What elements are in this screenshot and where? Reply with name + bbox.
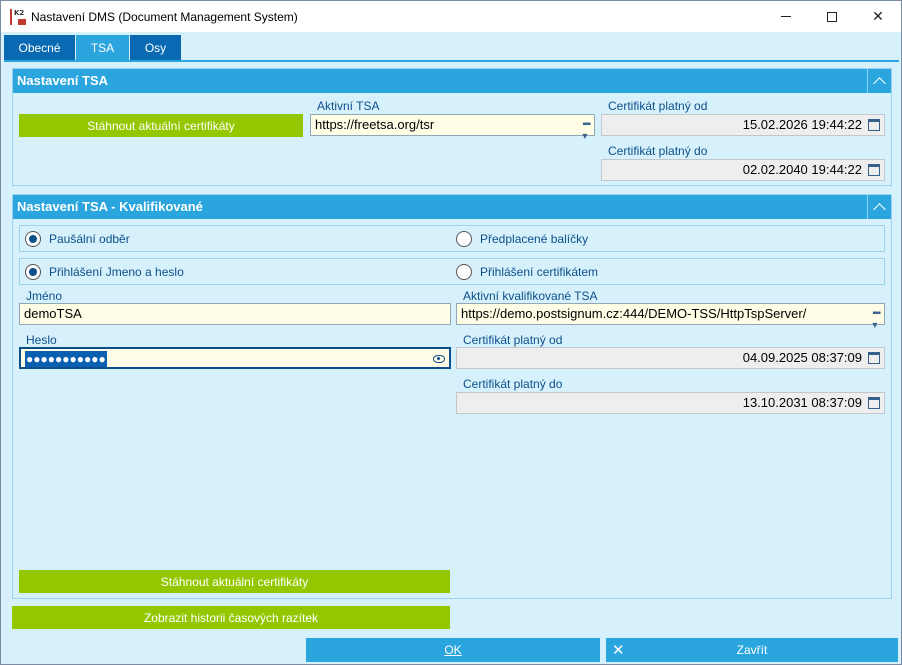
active-tsa-value: https://freetsa.org/tsr <box>315 117 435 132</box>
close-button-label: Zavřít <box>736 643 768 657</box>
radio-prepaid-packages[interactable] <box>456 231 472 247</box>
tsa-cert-from-value: 15.02.2026 19:44:22 <box>742 117 862 132</box>
calendar-icon[interactable] <box>868 119 880 131</box>
qualified-cert-from-field: 04.09.2025 08:37:09 <box>456 347 885 369</box>
password-label: Heslo <box>26 333 57 347</box>
minimize-button[interactable] <box>763 1 809 32</box>
tsa-collapse-button[interactable] <box>867 69 891 93</box>
active-tsa-label: Aktivní TSA <box>317 99 380 113</box>
login-radio-group: Přihlášení Jmeno a heslo Přihlášení cert… <box>19 258 885 285</box>
qualified-cert-from-label: Certifikát platný od <box>463 333 563 347</box>
active-qualified-tsa-combo[interactable]: https://demo.postsignum.cz:444/DEMO-TSS/… <box>456 303 885 331</box>
close-icon: ✕ <box>872 8 884 25</box>
qualified-collapse-button[interactable] <box>867 195 891 219</box>
active-tsa-combo[interactable]: https://freetsa.org/tsr ▪▪▪ ▾ <box>310 114 595 142</box>
qualified-download-certs-button[interactable]: Stáhnout aktuální certifikáty <box>19 570 450 593</box>
close-x-icon: ✕ <box>612 641 625 659</box>
qualified-section-title: Nastavení TSA - Kvalifikované <box>17 199 203 214</box>
qualified-cert-to-label: Certifikát platný do <box>463 377 563 391</box>
tsa-download-certs-button[interactable]: Stáhnout aktuální certifikáty <box>19 114 303 137</box>
app-icon: K2 <box>10 9 26 25</box>
title-bar: K2 Nastavení DMS (Document Management Sy… <box>1 1 901 32</box>
show-timestamp-history-button[interactable]: Zobrazit historii časových razítek <box>12 606 450 629</box>
radio-login-cert-label[interactable]: Přihlášení certifikátem <box>480 265 598 279</box>
ok-button[interactable]: OK <box>306 638 600 662</box>
radio-flat-label[interactable]: Paušální odběr <box>49 232 130 246</box>
minimize-icon <box>781 16 791 17</box>
active-qualified-tsa-value: https://demo.postsignum.cz:444/DEMO-TSS/… <box>461 306 807 321</box>
tab-osy[interactable]: Osy <box>130 35 181 60</box>
name-input[interactable]: demoTSA <box>19 303 451 325</box>
close-button[interactable]: ✕ Zavřít <box>606 638 898 662</box>
chevron-up-icon <box>873 77 886 90</box>
tsa-section-header: Nastavení TSA <box>13 69 891 93</box>
qualified-tsa-section: Nastavení TSA - Kvalifikované Paušální o… <box>12 194 892 599</box>
tsa-section: Nastavení TSA Stáhnout aktuální certifik… <box>12 68 892 186</box>
tab-obecne[interactable]: Obecné <box>4 35 75 60</box>
window-title: Nastavení DMS (Document Management Syste… <box>31 10 298 24</box>
tab-tsa[interactable]: TSA <box>76 35 129 60</box>
radio-flat-subscription[interactable] <box>25 231 41 247</box>
chevron-up-icon <box>873 203 886 216</box>
tsa-cert-from-label: Certifikát platný od <box>608 99 708 113</box>
password-value: ●●●●●●●●●●● <box>25 351 107 367</box>
calendar-icon[interactable] <box>868 397 880 409</box>
subscription-radio-group: Paušální odběr Předplacené balíčky <box>19 225 885 252</box>
tsa-cert-from-field: 15.02.2026 19:44:22 <box>601 114 885 136</box>
radio-login-name-password[interactable] <box>25 264 41 280</box>
combo-dropdown-icon[interactable]: ▪▪▪ ▾ <box>872 308 881 332</box>
tab-underline <box>4 60 899 62</box>
tsa-cert-to-value: 02.02.2040 19:44:22 <box>742 162 862 177</box>
maximize-icon <box>827 11 837 22</box>
active-qualified-tsa-label: Aktivní kvalifikované TSA <box>463 289 598 303</box>
qualified-section-header: Nastavení TSA - Kvalifikované <box>13 195 891 219</box>
tsa-section-title: Nastavení TSA <box>17 73 109 88</box>
eye-icon[interactable] <box>433 353 445 363</box>
maximize-button[interactable] <box>809 1 855 32</box>
qualified-cert-to-value: 13.10.2031 08:37:09 <box>742 395 862 410</box>
radio-login-certificate[interactable] <box>456 264 472 280</box>
calendar-icon[interactable] <box>868 164 880 176</box>
qualified-cert-from-value: 04.09.2025 08:37:09 <box>742 350 862 365</box>
combo-dropdown-icon[interactable]: ▪▪▪ ▾ <box>582 119 591 143</box>
name-label: Jméno <box>26 289 63 303</box>
tsa-cert-to-label: Certifikát platný do <box>608 144 708 158</box>
dms-settings-window: K2 Nastavení DMS (Document Management Sy… <box>0 0 902 665</box>
tsa-cert-to-field: 02.02.2040 19:44:22 <box>601 159 885 181</box>
calendar-icon[interactable] <box>868 352 880 364</box>
qualified-cert-to-field: 13.10.2031 08:37:09 <box>456 392 885 414</box>
radio-login-name-label[interactable]: Přihlášení Jmeno a heslo <box>49 265 184 279</box>
radio-prepaid-label[interactable]: Předplacené balíčky <box>480 232 588 246</box>
password-input[interactable]: ●●●●●●●●●●● <box>19 347 451 369</box>
close-window-button[interactable]: ✕ <box>855 1 901 32</box>
